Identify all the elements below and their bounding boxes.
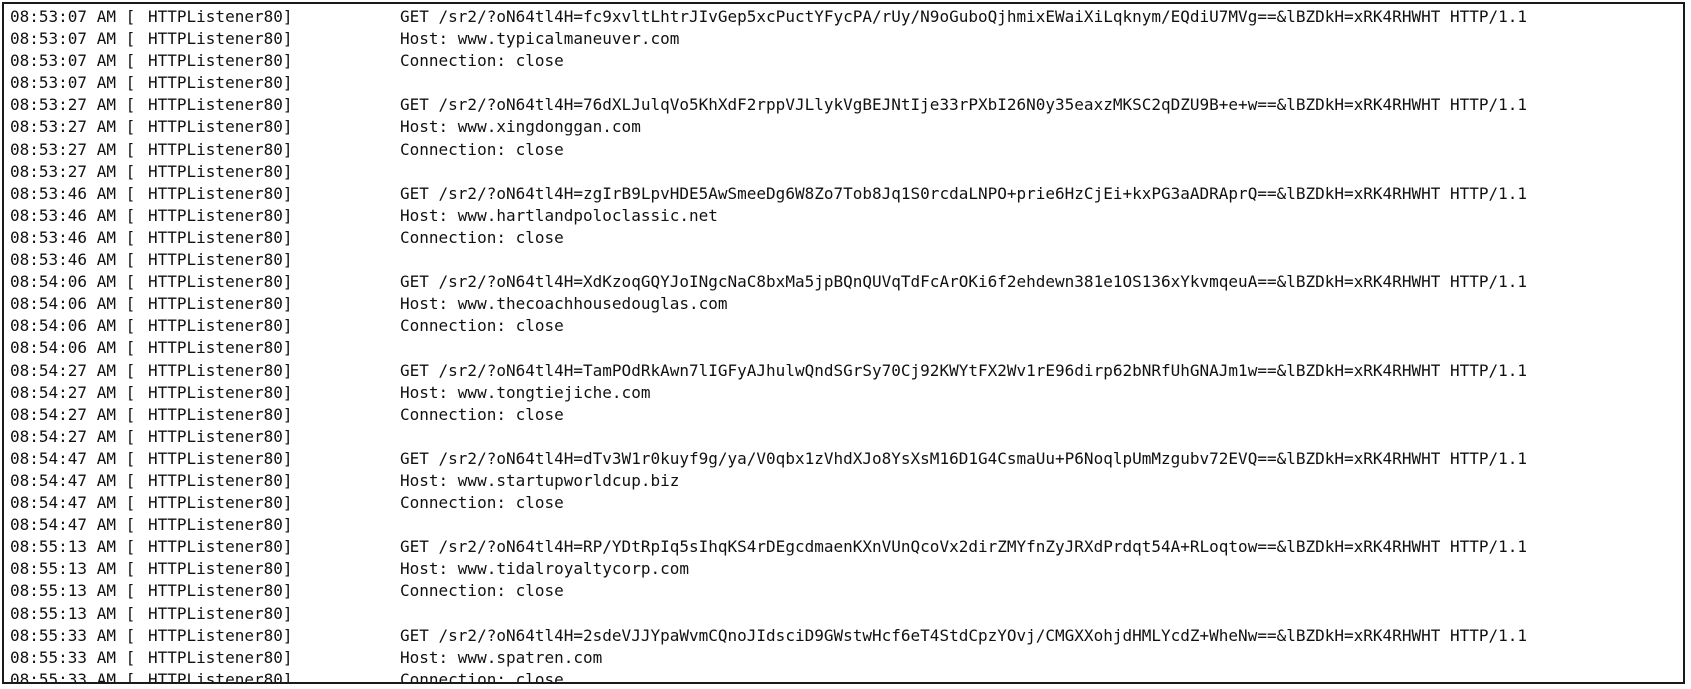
log-message: Connection: close (400, 51, 564, 71)
log-thread: HTTPListener80] (148, 404, 293, 424)
log-thread: HTTPListener80] (148, 95, 293, 115)
log-thread: HTTPListener80] (148, 250, 293, 270)
log-thread: HTTPListener80] (148, 647, 293, 667)
log-timestamp: 08:53:46 AM [ (10, 183, 136, 203)
log-timestamp: 08:53:27 AM [ (10, 139, 136, 159)
log-timestamp: 08:53:27 AM [ (10, 117, 136, 137)
log-timestamp: 08:55:33 AM [ (10, 669, 136, 684)
log-timestamp: 08:54:47 AM [ (10, 470, 136, 490)
log-timestamp: 08:53:27 AM [ (10, 95, 136, 115)
log-thread: HTTPListener80] (148, 316, 293, 336)
log-message: Host: www.typicalmaneuver.com (400, 29, 680, 49)
log-message: Connection: close (400, 669, 564, 684)
log-message: Connection: close (400, 227, 564, 247)
log-message: GET /sr2/?oN64tl4H=XdKzoqGQYJoINgcNaC8bx… (400, 272, 1528, 292)
log-thread: HTTPListener80] (148, 272, 293, 292)
log-output-panel: 08:53:07 AM [ HTTPListener80] GET /sr2/?oN… (2, 2, 1685, 684)
log-timestamp: 08:54:06 AM [ (10, 272, 136, 292)
log-thread: HTTPListener80] (148, 515, 293, 535)
log-thread: HTTPListener80] (148, 625, 293, 645)
log-message: GET /sr2/?oN64tl4H=zgIrB9LpvHDE5AwSmeeDg… (400, 183, 1528, 203)
log-message: Connection: close (400, 581, 564, 601)
log-thread: HTTPListener80] (148, 183, 293, 203)
log-timestamp: 08:53:07 AM [ (10, 51, 136, 71)
log-thread: HTTPListener80] (148, 382, 293, 402)
log-thread: HTTPListener80] (148, 426, 293, 446)
log-timestamp: 08:53:07 AM [ (10, 73, 136, 93)
log-message: Connection: close (400, 404, 564, 424)
log-thread: HTTPListener80] (148, 493, 293, 513)
log-message: GET /sr2/?oN64tl4H=76dXLJulqVo5KhXdF2rpp… (400, 95, 1528, 115)
log-message: Host: www.tidalroyaltycorp.com (400, 559, 689, 579)
log-timestamp: 08:54:27 AM [ (10, 360, 136, 380)
log-thread: HTTPListener80] (148, 51, 293, 71)
log-timestamp: 08:54:06 AM [ (10, 294, 136, 314)
log-timestamp: 08:54:27 AM [ (10, 382, 136, 402)
log-thread: HTTPListener80] (148, 139, 293, 159)
log-thread: HTTPListener80] (148, 29, 293, 49)
log-message: GET /sr2/?oN64tl4H=fc9xvltLhtrJIvGep5xcP… (400, 7, 1528, 26)
log-thread: HTTPListener80] (148, 338, 293, 358)
log-timestamp: 08:54:06 AM [ (10, 316, 136, 336)
log-thread: HTTPListener80] (148, 360, 293, 380)
log-timestamp: 08:55:33 AM [ (10, 625, 136, 645)
log-thread: HTTPListener80] (148, 603, 293, 623)
log-timestamp: 08:53:27 AM [ (10, 161, 136, 181)
log-timestamp: 08:55:13 AM [ (10, 603, 136, 623)
log-thread: HTTPListener80] (148, 117, 293, 137)
log-message: Connection: close (400, 316, 564, 336)
log-message: Connection: close (400, 493, 564, 513)
log-timestamp: 08:55:13 AM [ (10, 581, 136, 601)
log-message: GET /sr2/?oN64tl4H=TamPOdRkAwn7lIGFyAJhu… (400, 360, 1528, 380)
log-message: GET /sr2/?oN64tl4H=dTv3W1r0kuyf9g/ya/V0q… (400, 448, 1528, 468)
log-thread: HTTPListener80] (148, 537, 293, 557)
log-thread: HTTPListener80] (148, 73, 293, 93)
log-message: Host: www.xingdonggan.com (400, 117, 641, 137)
log-thread: HTTPListener80] (148, 294, 293, 314)
log-timestamp: 08:54:27 AM [ (10, 404, 136, 424)
log-timestamp: 08:55:33 AM [ (10, 647, 136, 667)
log-timestamp: 08:54:06 AM [ (10, 338, 136, 358)
log-timestamp: 08:54:47 AM [ (10, 493, 136, 513)
log-thread: HTTPListener80] (148, 669, 293, 684)
log-timestamp: 08:53:46 AM [ (10, 227, 136, 247)
log-message: GET /sr2/?oN64tl4H=RP/YDtRpIq5sIhqKS4rDE… (400, 537, 1528, 557)
log-thread: HTTPListener80] (148, 161, 293, 181)
log-thread: HTTPListener80] (148, 205, 293, 225)
log-message: Host: www.startupworldcup.biz (400, 470, 680, 490)
log-thread: HTTPListener80] (148, 559, 293, 579)
log-message: Host: www.spatren.com (400, 647, 603, 667)
log-timestamp: 08:54:27 AM [ (10, 426, 136, 446)
log-message: Connection: close (400, 139, 564, 159)
log-timestamp: 08:53:07 AM [ (10, 29, 136, 49)
log-timestamp: 08:54:47 AM [ (10, 515, 136, 535)
log-message: Host: www.tongtiejiche.com (400, 382, 651, 402)
log-thread: HTTPListener80] (148, 470, 293, 490)
log-thread: HTTPListener80] (148, 581, 293, 601)
log-timestamp: 08:53:07 AM [ (10, 7, 136, 26)
log-timestamp: 08:55:13 AM [ (10, 537, 136, 557)
log-message: Host: www.thecoachhousedouglas.com (400, 294, 728, 314)
log-timestamp: 08:55:13 AM [ (10, 559, 136, 579)
log-timestamp: 08:54:47 AM [ (10, 448, 136, 468)
log-timestamp: 08:53:46 AM [ (10, 205, 136, 225)
log-message: Host: www.hartlandpoloclassic.net (400, 205, 718, 225)
log-thread: HTTPListener80] (148, 448, 293, 468)
log-timestamp: 08:53:46 AM [ (10, 250, 136, 270)
log-message: GET /sr2/?oN64tl4H=2sdeVJJYpaWvmCQnoJIds… (400, 625, 1528, 645)
log-thread: HTTPListener80] (148, 7, 293, 26)
log-thread: HTTPListener80] (148, 227, 293, 247)
